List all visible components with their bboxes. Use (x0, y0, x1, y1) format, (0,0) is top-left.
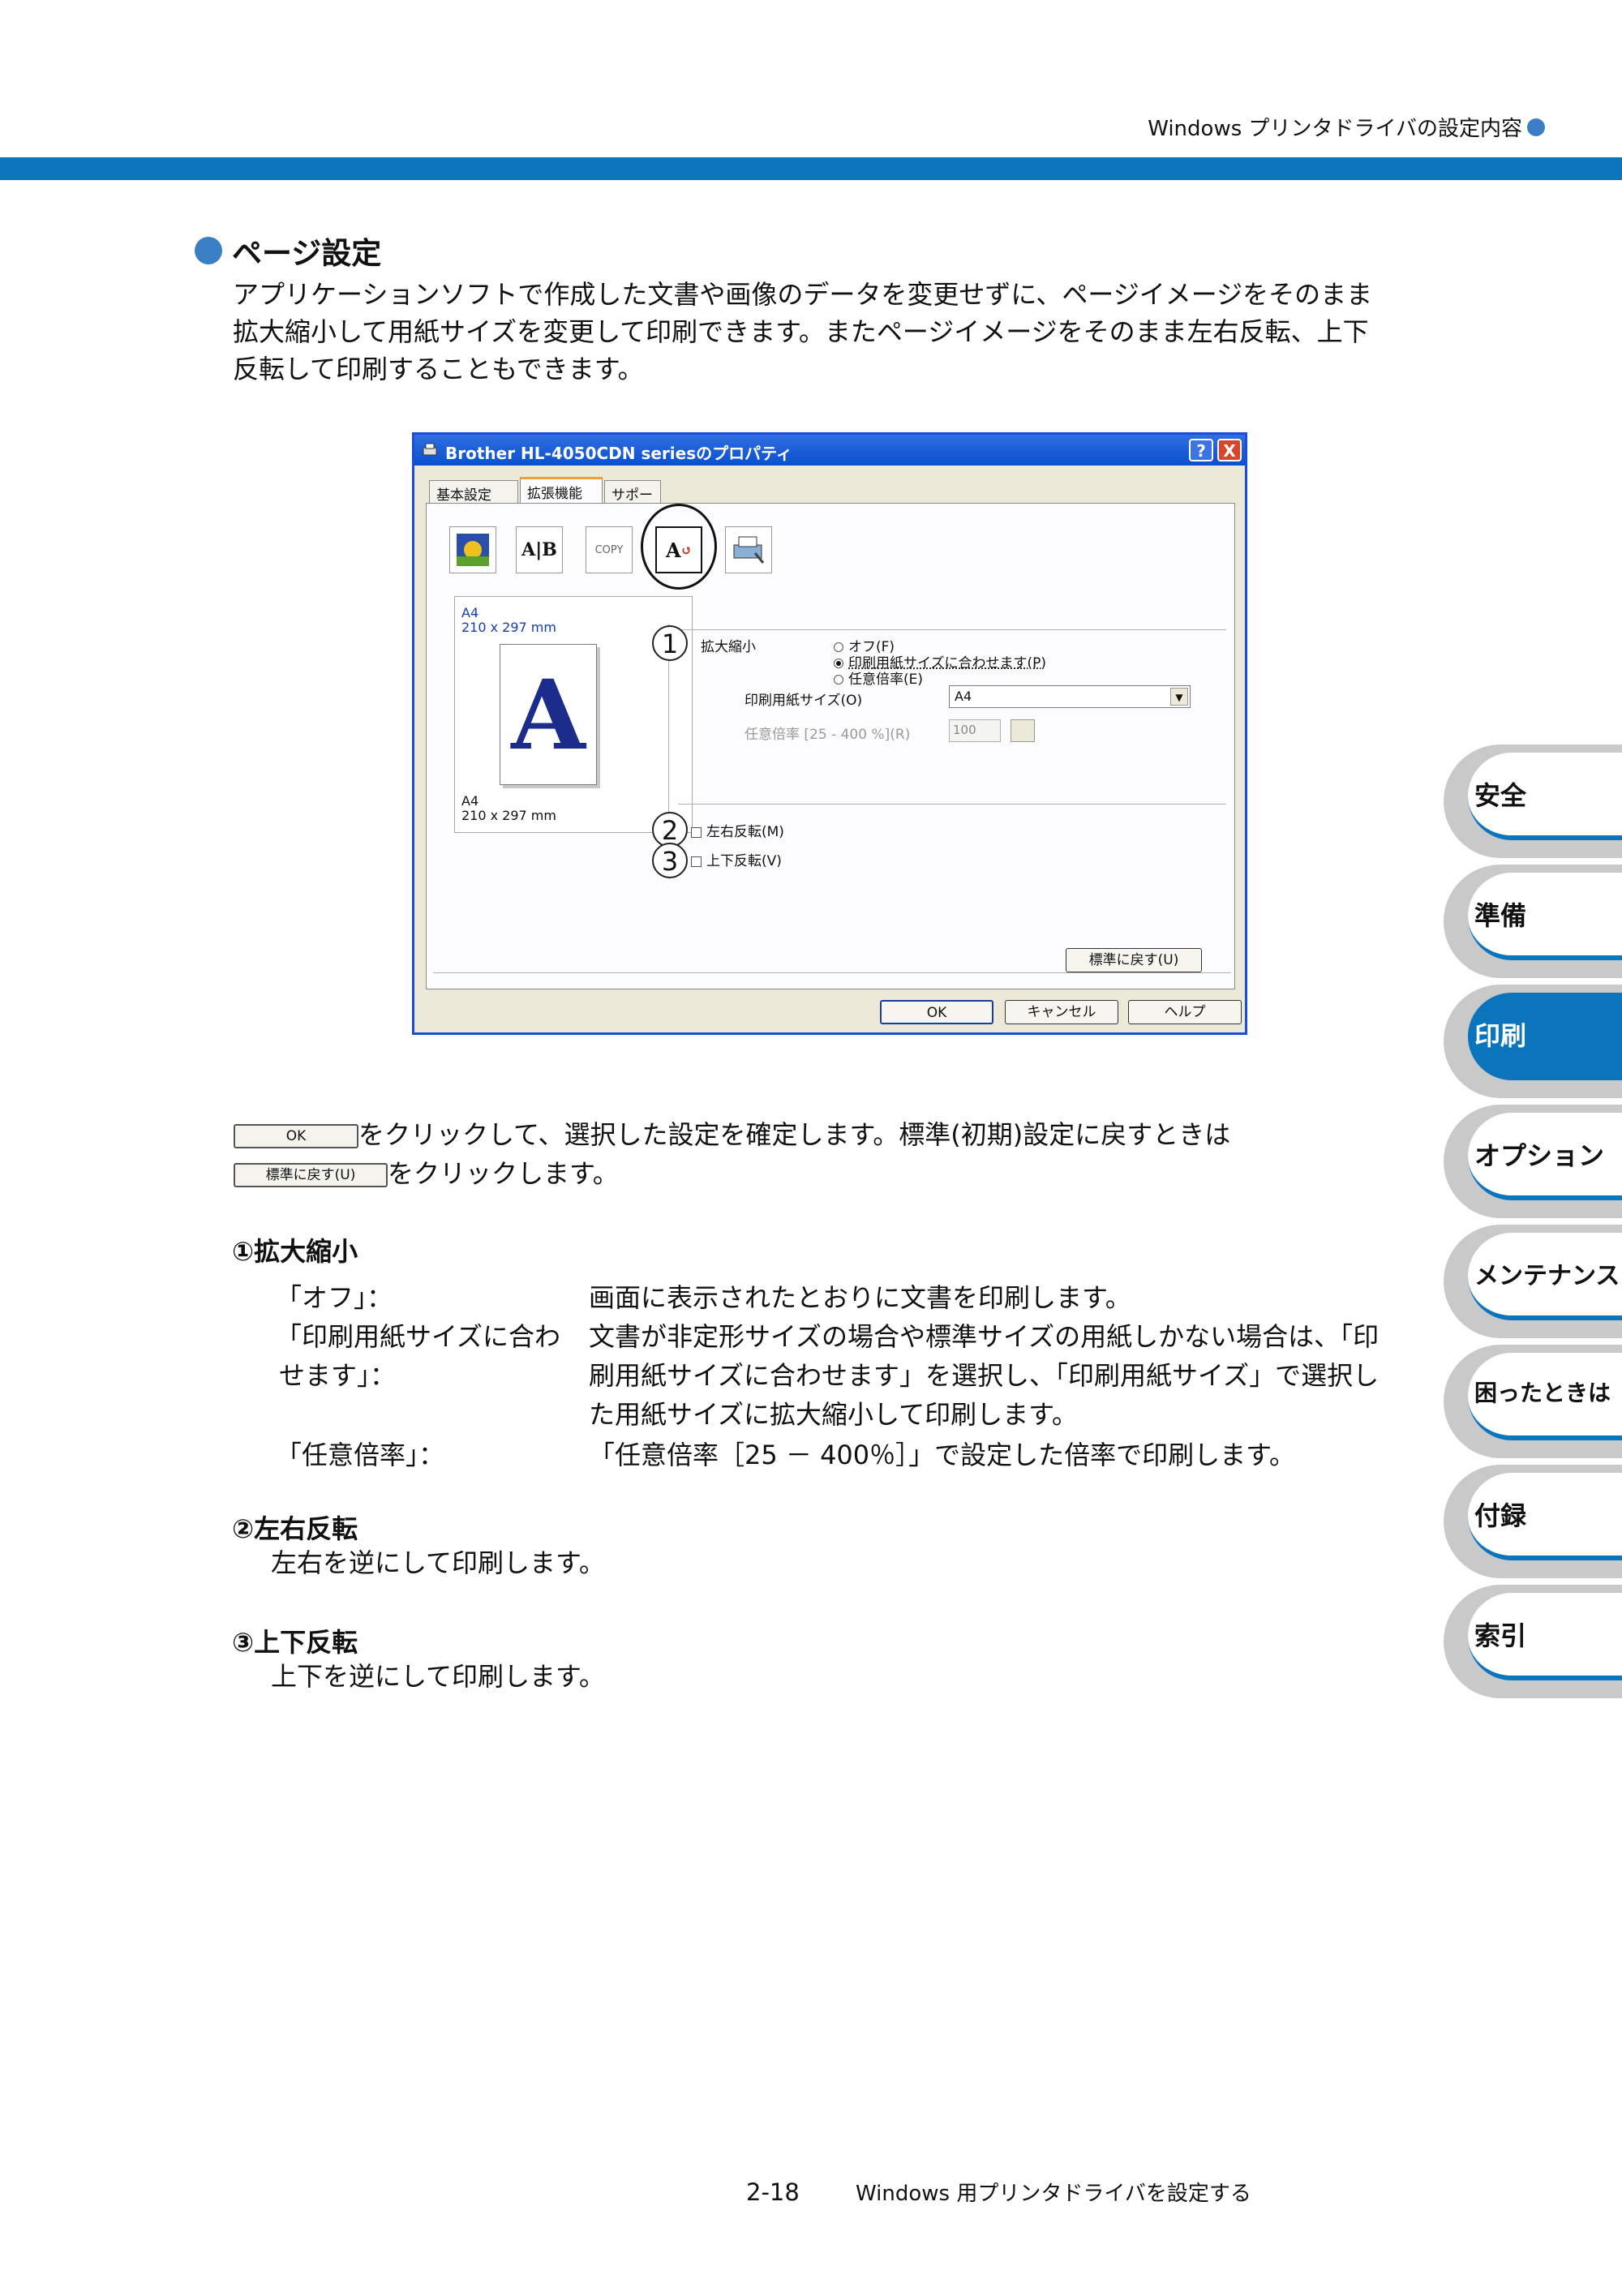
custom-ratio-label: 任意倍率 [25 - 400 %](R) (744, 727, 911, 743)
callout-1: 1 (652, 625, 688, 661)
intro-line: 拡大縮小して用紙サイズを変更して印刷できます。またページイメージをそのまま左右反… (233, 316, 1369, 347)
def-fit-cont: 刷用紙サイズに合わせます」を選択し、「印刷用紙サイズ」で選択し (589, 1360, 1380, 1391)
tab-support[interactable]: サポート (604, 480, 661, 524)
tab-basic-settings[interactable]: 基本設定 (429, 480, 518, 504)
checkbox-icon (691, 826, 702, 838)
side-tab-printing[interactable]: 印刷 (1444, 985, 1622, 1098)
side-tab-index[interactable]: 索引 (1444, 1585, 1622, 1698)
instruction-line-2: 標準に戻す(U) をクリックします。 (234, 1155, 619, 1192)
mirror-heading: ②左右反転 (232, 1513, 358, 1544)
side-tab-options[interactable]: オプション (1444, 1105, 1622, 1218)
section-title-text: ページ設定 (232, 236, 382, 271)
spinner-icon[interactable] (1011, 719, 1035, 742)
section-title: ページ設定 (195, 229, 381, 273)
printer-properties-dialog: Brother HL-4050CDN seriesのプロパティ ? X 基本設定… (412, 432, 1247, 1035)
flip-checkbox[interactable]: 上下反転(V) (691, 849, 782, 869)
chevron-down-icon: ▼ (1170, 688, 1188, 706)
def-custom: 「任意倍率［25 － 400％］」で設定した倍率で印刷します。 (589, 1440, 1295, 1470)
running-header: Windows プリンタドライバの設定内容 (1148, 112, 1545, 142)
preview-bottom-size: A4 (461, 793, 479, 809)
intro-line: アプリケーションソフトで作成した文書や画像のデータを変更せずに、ページイメージを… (233, 279, 1373, 310)
scaling-heading: ①拡大縮小 (232, 1236, 358, 1267)
ab-icon[interactable]: A|B (516, 526, 563, 573)
reset-button-image: 標準に戻す(U) (234, 1163, 388, 1187)
cancel-button[interactable]: キャンセル (1005, 1000, 1118, 1024)
printer-settings-icon[interactable] (725, 526, 772, 573)
side-tab-safety[interactable]: 安全 (1444, 745, 1622, 858)
footer-title: Windows 用プリンタドライバを設定する (856, 2182, 1251, 2206)
side-tab-troubleshooting[interactable]: 困ったときは (1444, 1345, 1622, 1458)
scaling-label: 拡大縮小 (701, 639, 756, 655)
tab-advanced[interactable]: 拡張機能 (520, 477, 603, 503)
mirror-checkbox[interactable]: 左右反転(M) (691, 820, 784, 840)
side-tab-maintenance[interactable]: メンテナンス (1444, 1225, 1622, 1338)
custom-ratio-input[interactable]: 100 (949, 719, 1001, 742)
term-off: 「オフ」： (276, 1282, 393, 1313)
close-button[interactable]: X (1217, 439, 1242, 461)
divider (678, 629, 1226, 630)
highlight-circle (641, 504, 717, 590)
paper-size-select[interactable]: A4 ▼ (949, 685, 1191, 708)
def-fit-cont: た用紙サイズに拡大縮小して印刷します。 (589, 1399, 1078, 1430)
intro-line: 反転して印刷することもできます。 (233, 354, 644, 384)
printer-icon (423, 443, 437, 456)
side-tab-preparation[interactable]: 準備 (1444, 865, 1622, 978)
header-rule (0, 157, 1622, 180)
ok-button-image: OK (234, 1124, 358, 1148)
term-custom: 「任意倍率」： (276, 1440, 445, 1470)
reset-default-button[interactable]: 標準に戻す(U) (1066, 948, 1202, 972)
radio-custom[interactable]: 任意倍率(E) (834, 667, 923, 688)
mirror-text: 左右を逆にして印刷します。 (271, 1547, 605, 1578)
preview-page: A (500, 644, 597, 785)
divider (678, 804, 1226, 805)
copy-icon[interactable]: COPY (586, 526, 633, 573)
term-fit-cont: せます」： (279, 1360, 397, 1391)
watermark-icon[interactable] (449, 526, 496, 573)
page-number: 2-18 (746, 2178, 800, 2206)
radio-icon (834, 675, 843, 685)
running-header-text: Windows プリンタドライバの設定内容 (1148, 117, 1522, 141)
instruction-line-1: OK をクリックして、選択した設定を確定します。標準(初期)設定に戻すときは (234, 1116, 1230, 1153)
term-fit: 「印刷用紙サイズに合わ (276, 1321, 561, 1352)
bullet-dot-icon (195, 237, 222, 264)
dialog-titlebar: Brother HL-4050CDN seriesのプロパティ ? X (414, 435, 1245, 466)
def-fit: 文書が非定形サイズの場合や標準サイズの用紙しかない場合は、「印 (589, 1321, 1380, 1352)
page-footer: 2-18 Windows 用プリンタドライバを設定する (746, 2177, 1251, 2207)
tab-panel: A|B COPY A ↺ A4 210 x 297 mm A A4 210 x 2… (426, 503, 1235, 989)
help-button[interactable]: ヘルプ (1128, 1000, 1242, 1024)
help-title-button[interactable]: ? (1189, 439, 1213, 461)
dialog-title: Brother HL-4050CDN seriesのプロパティ (445, 444, 792, 463)
preview-bottom-dims: 210 x 297 mm (461, 808, 556, 823)
callout-3: 3 (652, 843, 688, 878)
preview-top-dims: 210 x 297 mm (461, 620, 556, 635)
preview-top-size: A4 (461, 605, 479, 620)
ok-button[interactable]: OK (880, 1000, 993, 1024)
checkbox-icon (691, 856, 702, 867)
bullet-dot-icon (1527, 118, 1545, 136)
divider (433, 972, 1231, 973)
flip-heading: ③上下反転 (232, 1627, 358, 1658)
flip-text: 上下を逆にして印刷します。 (271, 1661, 605, 1692)
def-off: 画面に表示されたとおりに文書を印刷します。 (589, 1282, 1131, 1313)
intro-paragraph: アプリケーションソフトで作成した文書や画像のデータを変更せずに、ページイメージを… (233, 276, 1441, 388)
paper-size-label: 印刷用紙サイズ(O) (744, 693, 863, 709)
side-tab-appendix[interactable]: 付録 (1444, 1465, 1622, 1578)
